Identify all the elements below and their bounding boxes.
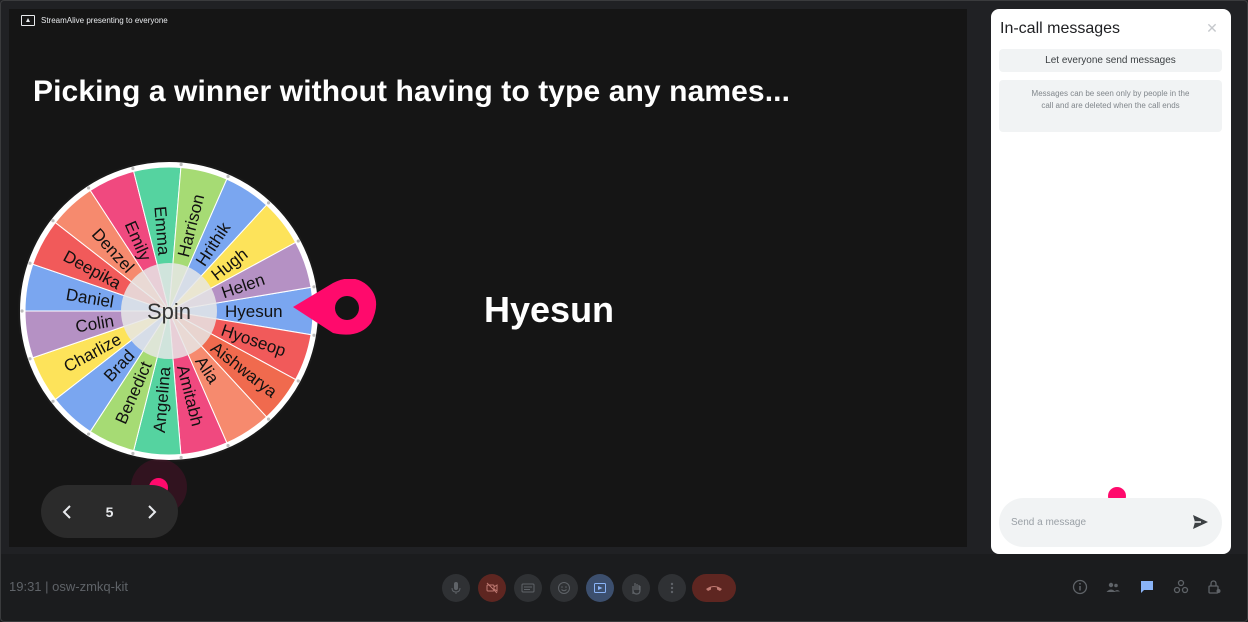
present-screen-icon — [21, 15, 35, 26]
chat-info-note: Messages can be seen only by people in t… — [999, 80, 1222, 132]
let-everyone-send-toggle[interactable]: Let everyone send messages — [999, 49, 1222, 72]
reactions-button[interactable] — [550, 574, 578, 602]
people-button[interactable] — [1104, 578, 1122, 596]
page-number: 5 — [105, 503, 114, 520]
wheel-name-label: Hyesun — [225, 302, 283, 321]
presenting-label: StreamAlive presenting to everyone — [41, 16, 168, 25]
wheel-peg — [179, 455, 183, 460]
present-button[interactable] — [586, 574, 614, 602]
wheel-peg — [28, 261, 32, 265]
emoji-icon — [558, 582, 570, 594]
next-slide-button[interactable] — [140, 500, 164, 524]
chevron-left-icon — [62, 504, 71, 519]
slide-title: Picking a winner without having to type … — [33, 75, 791, 108]
camera-off-icon — [486, 582, 498, 594]
people-icon — [1106, 582, 1120, 592]
wheel-peg — [87, 186, 91, 190]
wheel-peg — [179, 162, 183, 167]
lock-icon — [1208, 580, 1221, 594]
send-icon[interactable] — [1190, 512, 1210, 532]
wheel-peg — [266, 417, 271, 421]
raise-hand-icon — [632, 583, 641, 595]
activities-button[interactable] — [1172, 578, 1190, 596]
presenting-indicator: StreamAlive presenting to everyone — [21, 15, 168, 26]
info-icon — [1072, 579, 1088, 595]
wheel-peg — [51, 399, 55, 403]
wheel-peg — [51, 219, 55, 223]
wheel-peg — [87, 432, 91, 436]
meeting-controls-bar: 19:31 | osw-zmkq-kit — [0, 554, 1248, 622]
wheel-peg — [296, 379, 300, 383]
close-icon[interactable]: ✕ — [1203, 19, 1221, 37]
winner-name: Hyesun — [484, 289, 615, 330]
activities-icon — [1173, 579, 1189, 594]
wheel-pointer-icon — [293, 279, 377, 335]
wheel-peg — [296, 239, 300, 243]
spin-wheel[interactable]: HyesunHyoseopAishwaryaAliaAmitabhAngelin… — [17, 159, 321, 463]
wheel-peg — [131, 451, 135, 456]
meet-window: StreamAlive presenting to everyone Picki… — [0, 0, 1248, 622]
phone-hangup-icon — [706, 586, 722, 591]
more-options-button[interactable] — [658, 574, 686, 602]
raise-hand-button[interactable] — [622, 574, 650, 602]
chat-button[interactable] — [1138, 578, 1156, 596]
end-call-button[interactable] — [692, 574, 736, 602]
chat-icon — [1141, 581, 1153, 593]
wheel-peg — [266, 201, 271, 205]
wheel-peg — [226, 174, 230, 178]
present-icon — [594, 583, 606, 593]
wheel-peg — [28, 357, 32, 361]
wheel-peg — [131, 166, 135, 171]
slide-pager: 5 — [41, 485, 178, 538]
host-controls-button[interactable] — [1205, 578, 1223, 596]
camera-toggle-button[interactable] — [478, 574, 506, 602]
prev-slide-button[interactable] — [55, 500, 79, 524]
chat-panel-title: In-call messages — [1000, 20, 1121, 37]
mic-button[interactable] — [442, 574, 470, 602]
mic-icon — [451, 582, 461, 594]
spin-label[interactable]: Spin — [147, 299, 191, 324]
chevron-right-icon — [148, 504, 157, 519]
message-composer — [999, 498, 1222, 547]
meeting-time-code: 19:31 | osw-zmkq-kit — [9, 579, 128, 594]
wheel-peg — [226, 444, 230, 448]
presentation-stage: StreamAlive presenting to everyone Picki… — [9, 9, 967, 547]
more-options-icon — [670, 582, 674, 594]
captions-icon — [521, 583, 535, 593]
in-call-messages-panel: In-call messages ✕ Let everyone send mes… — [991, 9, 1231, 554]
captions-button[interactable] — [514, 574, 542, 602]
meeting-details-button[interactable] — [1071, 578, 1089, 596]
message-input[interactable] — [999, 498, 1179, 547]
wheel-peg — [20, 309, 24, 313]
